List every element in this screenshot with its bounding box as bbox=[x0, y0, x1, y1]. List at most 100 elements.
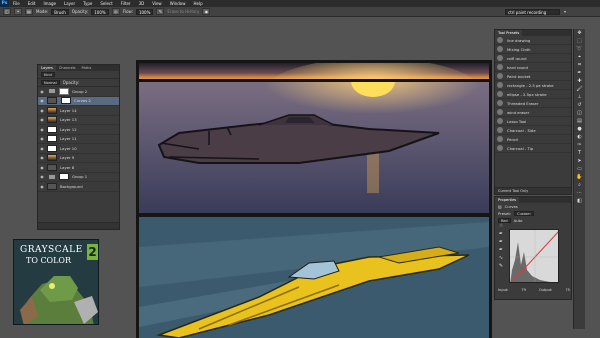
move-tool-icon[interactable]: ✥ bbox=[574, 29, 585, 37]
menu-select[interactable]: Select bbox=[96, 1, 116, 6]
lasso-tool-icon[interactable]: ➰ bbox=[574, 45, 585, 53]
menu-edit[interactable]: Edit bbox=[24, 1, 40, 6]
eye-icon[interactable]: ◉ bbox=[38, 155, 46, 160]
marquee-tool-icon[interactable]: ⬚ bbox=[574, 37, 585, 45]
curves-histogram[interactable] bbox=[509, 229, 559, 283]
curve-point-icon[interactable]: ∿ bbox=[497, 254, 505, 262]
erase-history-checkbox[interactable]: Erase to History bbox=[167, 9, 199, 14]
menu-help[interactable]: Help bbox=[189, 1, 206, 6]
preset-item[interactable]: Lasso Tool bbox=[495, 117, 571, 126]
preset-item[interactable]: Mixing Cloth bbox=[495, 45, 571, 54]
menu-layer[interactable]: Layer bbox=[60, 1, 79, 6]
eyedropper-tool-icon[interactable]: ✒ bbox=[574, 69, 585, 77]
eraser-tool-icon[interactable]: ◫ bbox=[574, 109, 585, 117]
preset-item[interactable]: rolfl round bbox=[495, 54, 571, 63]
shape-tool-icon[interactable]: ▭ bbox=[574, 165, 585, 173]
layer-row[interactable]: ◉ Group 1 bbox=[38, 173, 119, 182]
menu-file[interactable]: File bbox=[9, 1, 24, 6]
layer-row[interactable]: ◉ Curves 2 bbox=[38, 96, 119, 106]
eye-icon[interactable]: ◉ bbox=[38, 165, 46, 170]
tab-channels[interactable]: Channels bbox=[56, 65, 79, 71]
input-value[interactable]: 79 bbox=[521, 288, 526, 292]
layer-row[interactable]: ◉ Layer 8 bbox=[38, 163, 119, 173]
tab-paths[interactable]: Paths bbox=[79, 65, 95, 71]
menu-view[interactable]: View bbox=[148, 1, 166, 6]
preset-item[interactable]: Paint bucket bbox=[495, 72, 571, 81]
preset-item[interactable]: wind eraser bbox=[495, 108, 571, 117]
eye-icon[interactable]: ◉ bbox=[38, 108, 46, 113]
eye-icon[interactable]: ◉ bbox=[38, 184, 46, 189]
pressure-opacity-icon[interactable]: ◎ bbox=[111, 8, 120, 15]
crop-tool-icon[interactable]: ⌗ bbox=[574, 61, 585, 69]
eyedropper-icon[interactable]: ✒ bbox=[497, 230, 505, 238]
auto-button[interactable]: Auto bbox=[514, 218, 523, 223]
pencil-icon[interactable]: ✎ bbox=[497, 262, 505, 270]
eye-icon[interactable]: ◉ bbox=[38, 127, 46, 132]
menu-type[interactable]: Type bbox=[79, 1, 96, 6]
eye-icon[interactable]: ◉ bbox=[38, 98, 46, 103]
layer-row[interactable]: ◉ Layer 12 bbox=[38, 125, 119, 135]
current-tool-only-checkbox[interactable]: Current Tool Only bbox=[498, 189, 528, 193]
preset-item[interactable]: Threaded Eraser bbox=[495, 99, 571, 108]
hand-tool-icon[interactable]: ✋ bbox=[574, 173, 585, 181]
eye-icon[interactable]: ◉ bbox=[38, 146, 46, 151]
brush-size-icon[interactable]: • bbox=[14, 8, 22, 15]
eye-icon[interactable]: ◉ bbox=[38, 89, 46, 94]
preset-item[interactable]: ellipse - 2.5px stroke bbox=[495, 90, 571, 99]
flow-field[interactable]: 100% bbox=[135, 8, 154, 15]
kind-filter[interactable]: Kind bbox=[41, 72, 55, 77]
preset-item[interactable]: Pencil bbox=[495, 135, 571, 144]
menu-3d[interactable]: 3D bbox=[135, 1, 149, 6]
opacity-field[interactable]: 100% bbox=[91, 8, 109, 15]
pressure-size-icon[interactable]: ◉ bbox=[202, 8, 211, 15]
tab-properties[interactable]: Properties bbox=[495, 197, 520, 203]
quick-select-icon[interactable]: ⌖ bbox=[574, 53, 585, 61]
output-value[interactable]: 75 bbox=[565, 288, 570, 292]
preset-item[interactable]: Charcoal - Tip bbox=[495, 144, 571, 153]
tab-tool-presets[interactable]: Tool Presets bbox=[495, 30, 523, 36]
workspace-select[interactable]: ctrl paint recording bbox=[505, 9, 560, 15]
zoom-tool-icon[interactable]: ⌕ bbox=[574, 181, 585, 189]
target-adjust-icon[interactable]: ☝ bbox=[497, 222, 505, 230]
layer-row[interactable]: ◉ Layer 9 bbox=[38, 154, 119, 163]
eraser-tool-icon[interactable]: ◫ bbox=[3, 8, 11, 15]
airbrush-icon[interactable]: ✎ bbox=[156, 8, 165, 15]
eyedropper-icon[interactable]: ✒ bbox=[497, 238, 505, 246]
layer-row[interactable]: ◉ Group 2 bbox=[38, 87, 119, 97]
menu-window[interactable]: Window bbox=[166, 1, 190, 6]
brush-panel-icon[interactable]: ▤ bbox=[25, 8, 33, 15]
eye-icon[interactable]: ◉ bbox=[38, 117, 46, 122]
brush-tool-icon[interactable]: 🖌 bbox=[574, 85, 585, 93]
layer-row[interactable]: ◉ Layer 14 bbox=[38, 106, 119, 116]
eyedropper-icon[interactable]: ✒ bbox=[497, 246, 505, 254]
history-brush-icon[interactable]: ↺ bbox=[574, 101, 585, 109]
preset-item[interactable]: line drawing bbox=[495, 36, 571, 45]
layer-row[interactable]: ◉ Background bbox=[38, 182, 119, 192]
gradient-tool-icon[interactable]: ▤ bbox=[574, 117, 585, 125]
eye-icon[interactable]: ◉ bbox=[38, 136, 46, 141]
preset-item[interactable]: Charcoal - Side bbox=[495, 126, 571, 135]
eye-icon[interactable]: ◉ bbox=[38, 174, 46, 179]
more-tools-icon[interactable]: ⋯ bbox=[574, 189, 585, 197]
menu-filter[interactable]: Filter bbox=[117, 1, 135, 6]
mode-select[interactable]: Brush bbox=[51, 8, 69, 15]
layer-row[interactable]: ◉ Layer 11 bbox=[38, 135, 119, 144]
layer-row[interactable]: ◉ Layer 13 bbox=[38, 116, 119, 125]
dodge-tool-icon[interactable]: ◐ bbox=[574, 133, 585, 141]
blend-mode-select[interactable]: Normal bbox=[41, 80, 60, 85]
stamp-tool-icon[interactable]: ⊥ bbox=[574, 93, 585, 101]
pen-tool-icon[interactable]: ✑ bbox=[574, 141, 585, 149]
heal-tool-icon[interactable]: ✚ bbox=[574, 77, 585, 85]
type-tool-icon[interactable]: T bbox=[574, 149, 585, 157]
document-canvas[interactable] bbox=[136, 60, 492, 338]
color-swatch-icon[interactable]: ◧ bbox=[574, 197, 585, 205]
menu-image[interactable]: Image bbox=[39, 1, 60, 6]
chevron-down-icon[interactable]: ▾ bbox=[564, 9, 566, 14]
preset-item[interactable]: rectangle - 2.5 pe stroke bbox=[495, 81, 571, 90]
tab-layers[interactable]: Layers bbox=[38, 65, 56, 71]
blur-tool-icon[interactable]: ● bbox=[574, 125, 585, 133]
layer-row[interactable]: ◉ Layer 10 bbox=[38, 144, 119, 154]
preset-item[interactable]: hard round bbox=[495, 63, 571, 72]
path-select-icon[interactable]: ➤ bbox=[574, 157, 585, 165]
curves-preset-select[interactable]: Custom bbox=[514, 211, 534, 216]
